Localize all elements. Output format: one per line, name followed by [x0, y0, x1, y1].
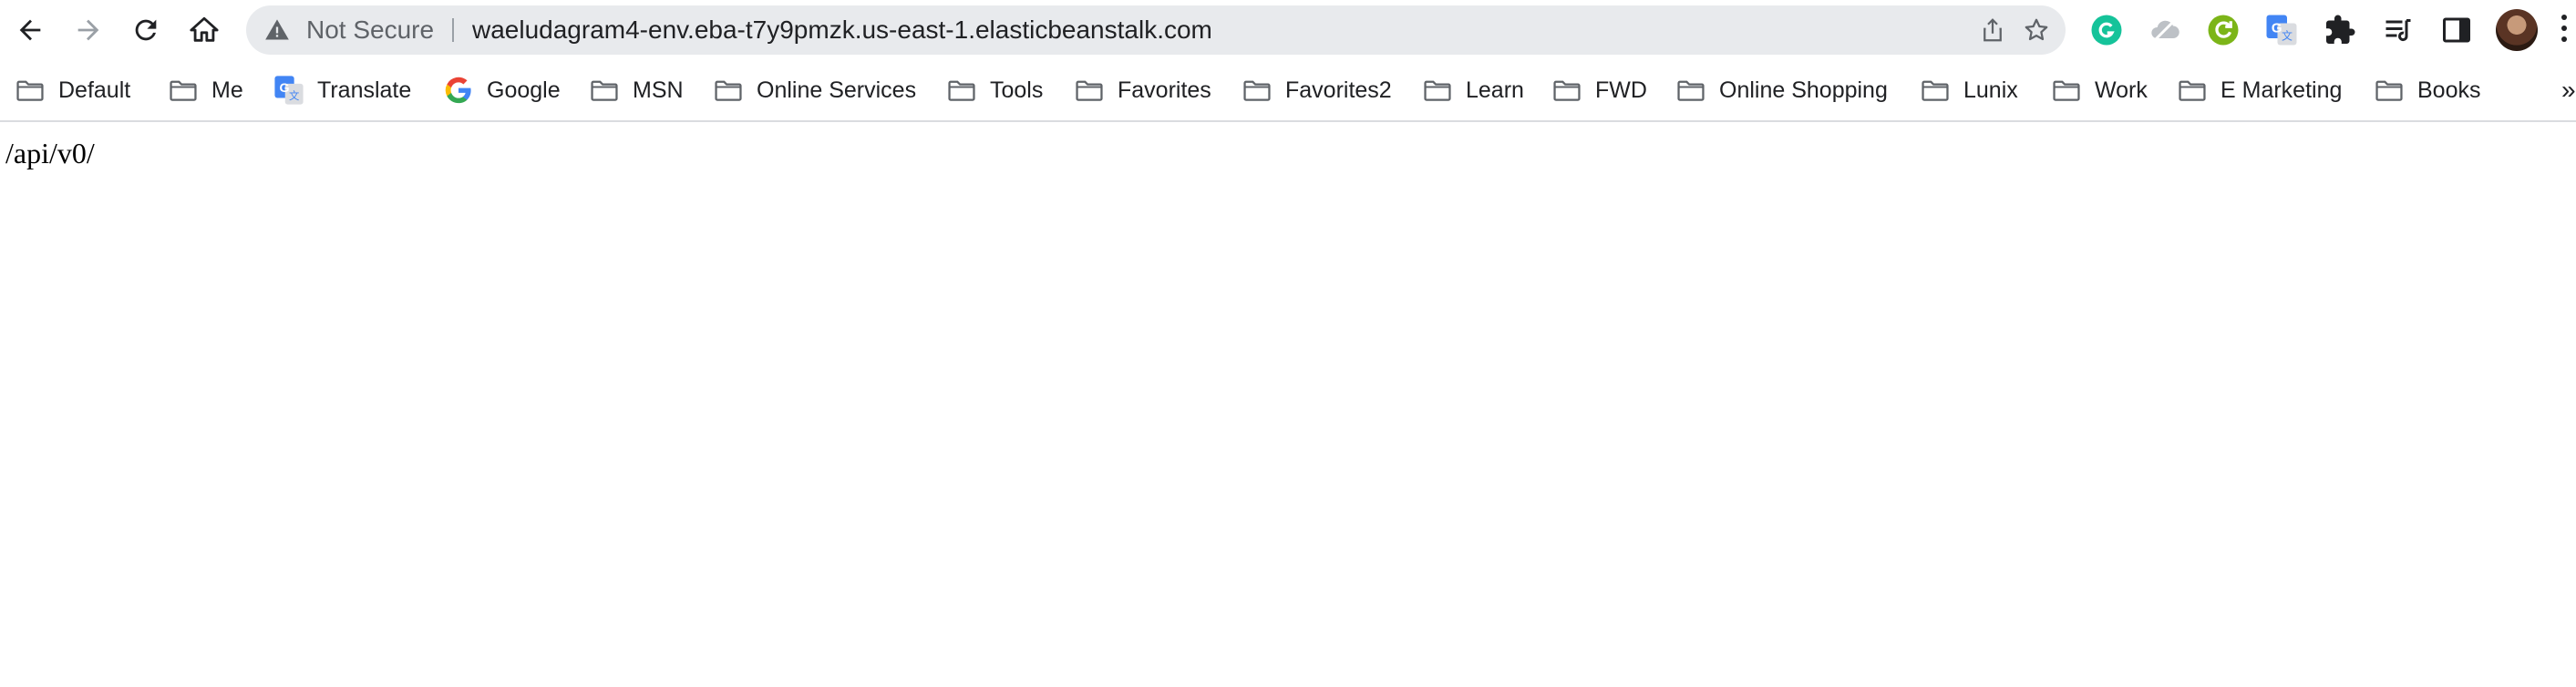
share-button[interactable] — [1976, 14, 2009, 46]
home-icon — [190, 16, 219, 42]
bookmark-google[interactable]: Google — [443, 60, 561, 120]
cloud-sync-extension[interactable] — [2147, 12, 2183, 48]
security-status[interactable]: Not Secure — [306, 5, 434, 55]
bookmark-label: Google — [487, 77, 561, 103]
bookmark-label: Online Shopping — [1719, 77, 1888, 103]
google-translate-icon: G文 — [2266, 15, 2297, 46]
green-refresh-extension[interactable] — [2205, 12, 2241, 48]
bookmarks-overflow-button[interactable]: » — [2561, 60, 2576, 120]
bookmark-label: Favorites — [1118, 77, 1211, 103]
page-body-text: /api/v0/ — [5, 137, 95, 169]
bookmark-label: Online Services — [757, 77, 917, 103]
menu-dot-icon — [2561, 26, 2567, 31]
bookmark-online-services[interactable]: Online Services — [713, 60, 916, 120]
bookmark-label: FWD — [1595, 77, 1647, 103]
svg-text:文: 文 — [289, 89, 299, 102]
omnibox-separator — [452, 18, 454, 42]
folder-icon — [946, 75, 977, 106]
profile-avatar[interactable] — [2496, 9, 2538, 51]
green-refresh-icon — [2208, 15, 2239, 46]
share-icon — [1984, 18, 2002, 42]
warning-triangle-icon — [265, 19, 289, 40]
bookmarks-bar: » Default Me G 文 Translate Google MSN Online Se… — [0, 60, 2576, 122]
browser-menu-button[interactable] — [2560, 15, 2569, 47]
bookmark-fwd[interactable]: FWD — [1551, 60, 1647, 120]
svg-text:G: G — [280, 81, 290, 96]
side-panel-icon — [2443, 17, 2470, 43]
bookmark-msn[interactable]: MSN — [589, 60, 684, 120]
extensions-button[interactable] — [2322, 12, 2358, 48]
bookmark-favorites2[interactable]: Favorites2 — [1242, 60, 1392, 120]
bookmark-label: E Marketing — [2221, 77, 2343, 103]
bookmark-tools[interactable]: Tools — [946, 60, 1043, 120]
folder-icon — [1551, 75, 1582, 106]
reload-icon — [135, 19, 157, 41]
reading-list-icon — [2385, 19, 2411, 42]
bookmark-label: Me — [211, 77, 243, 103]
bookmark-label: Translate — [317, 77, 412, 103]
browser-toolbar: Not Secure waeludagram4-env.eba-t7y9pmzk… — [0, 0, 2576, 60]
bookmark-e-marketing[interactable]: E Marketing — [2177, 60, 2342, 120]
bookmark-label: Favorites2 — [1285, 77, 1392, 103]
forward-arrow-icon — [77, 19, 99, 41]
bookmark-star-icon — [2025, 18, 2048, 41]
folder-icon — [713, 75, 744, 106]
grammarly-extension[interactable] — [2088, 12, 2125, 48]
address-bar[interactable]: Not Secure waeludagram4-env.eba-t7y9pmzk… — [246, 5, 2066, 55]
reload-button[interactable] — [124, 8, 168, 52]
svg-text:G: G — [2272, 20, 2282, 36]
bookmark-translate[interactable]: G 文 Translate — [273, 60, 411, 120]
menu-dot-icon — [2561, 15, 2567, 20]
folder-icon — [168, 75, 199, 106]
google-translate-extension[interactable]: G文 — [2263, 12, 2300, 48]
bookmark-label: Default — [58, 77, 131, 103]
folder-icon — [2374, 75, 2405, 106]
bookmark-label: Lunix — [1963, 77, 2018, 103]
bookmark-online-shopping[interactable]: Online Shopping — [1675, 60, 1888, 120]
bookmark-books[interactable]: Books — [2374, 60, 2480, 120]
url-text[interactable]: waeludagram4-env.eba-t7y9pmzk.us-east-1.… — [472, 5, 1212, 55]
bookmark-learn[interactable]: Learn — [1422, 60, 1524, 120]
bookmark-default[interactable]: Default — [15, 60, 130, 120]
bookmark-label: Learn — [1466, 77, 1524, 103]
google-g-icon — [443, 75, 474, 106]
folder-icon — [1675, 75, 1706, 106]
google-translate-icon: G文 — [273, 75, 304, 106]
back-arrow-icon — [19, 19, 41, 41]
svg-text:文: 文 — [2282, 29, 2293, 43]
bookmark-work[interactable]: Work — [2051, 60, 2148, 120]
grammarly-icon — [2091, 15, 2122, 46]
bookmark-star-button[interactable] — [2020, 14, 2053, 46]
folder-icon — [2177, 75, 2208, 106]
bookmark-label: Tools — [990, 77, 1044, 103]
home-button[interactable] — [182, 8, 226, 52]
bookmark-lunix[interactable]: Lunix — [1920, 60, 2018, 120]
bookmark-favorites[interactable]: Favorites — [1074, 60, 1211, 120]
cloud-sync-icon — [2151, 17, 2179, 43]
forward-button[interactable] — [67, 8, 110, 52]
menu-dot-icon — [2561, 36, 2567, 42]
reading-list-button[interactable] — [2380, 12, 2416, 48]
folder-icon — [1074, 75, 1105, 106]
folder-icon — [2051, 75, 2082, 106]
bookmark-label: MSN — [633, 77, 684, 103]
side-panel-button[interactable] — [2438, 12, 2475, 48]
folder-icon — [589, 75, 620, 106]
folder-icon — [15, 75, 46, 106]
folder-icon — [1920, 75, 1951, 106]
puzzle-piece-icon — [2326, 15, 2355, 44]
folder-icon — [1242, 75, 1273, 106]
bookmark-label: Books — [2417, 77, 2481, 103]
bookmark-label: Work — [2095, 77, 2148, 103]
folder-icon — [1422, 75, 1453, 106]
bookmark-me[interactable]: Me — [168, 60, 243, 120]
back-button[interactable] — [8, 8, 52, 52]
